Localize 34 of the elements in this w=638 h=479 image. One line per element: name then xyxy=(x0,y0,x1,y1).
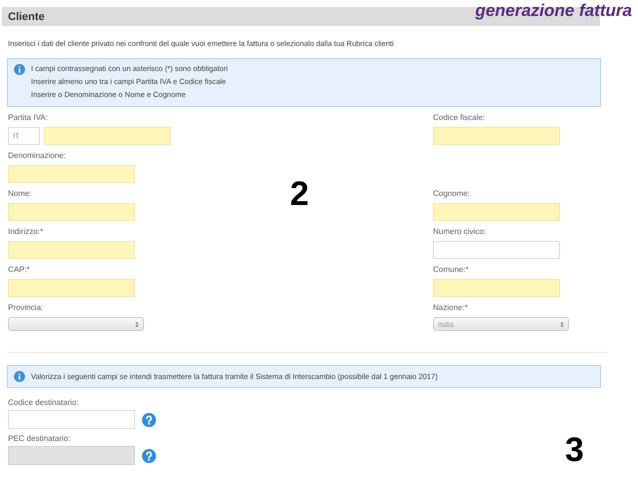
field-label: Partita IVA: xyxy=(8,113,49,122)
input-field[interactable] xyxy=(8,165,135,183)
updown-arrow-icon xyxy=(135,320,139,328)
help-icon[interactable] xyxy=(142,448,156,462)
field-label: Indirizzo:* xyxy=(8,227,44,236)
field-label: Nome: xyxy=(8,189,33,198)
input-field[interactable] xyxy=(433,203,560,221)
field-label: PEC destinatario: xyxy=(8,434,72,443)
info-icon xyxy=(14,371,25,382)
field-label: CAP:* xyxy=(8,265,31,274)
input-field[interactable] xyxy=(44,127,171,145)
input-field[interactable] xyxy=(8,279,135,297)
field-label: Codice destinatario: xyxy=(8,398,80,407)
updown-arrow-icon xyxy=(560,320,564,328)
field-label: Provincia: xyxy=(8,303,44,312)
input-field[interactable] xyxy=(8,241,135,259)
field-label: Codice fiscale: xyxy=(433,113,486,122)
field-label: Denominazione: xyxy=(8,151,67,160)
input-field[interactable] xyxy=(433,241,560,259)
input-field[interactable] xyxy=(8,203,135,221)
field-label: Numero civico: xyxy=(433,227,487,236)
annotation-number: 2 xyxy=(290,177,309,211)
section-title: Cliente xyxy=(8,10,45,22)
input-field[interactable] xyxy=(433,127,560,145)
input-field[interactable] xyxy=(433,279,560,297)
field-label: Nazione:* xyxy=(433,303,469,312)
field-label: Cognome: xyxy=(433,189,471,198)
info-icon xyxy=(14,64,25,75)
overlay-title: generazione fattura xyxy=(475,1,632,21)
annotation-number: 3 xyxy=(565,433,584,467)
select-field[interactable] xyxy=(8,317,144,331)
input-field[interactable] xyxy=(8,410,135,429)
help-icon[interactable] xyxy=(142,412,156,426)
field-label: Comune:* xyxy=(433,265,470,274)
